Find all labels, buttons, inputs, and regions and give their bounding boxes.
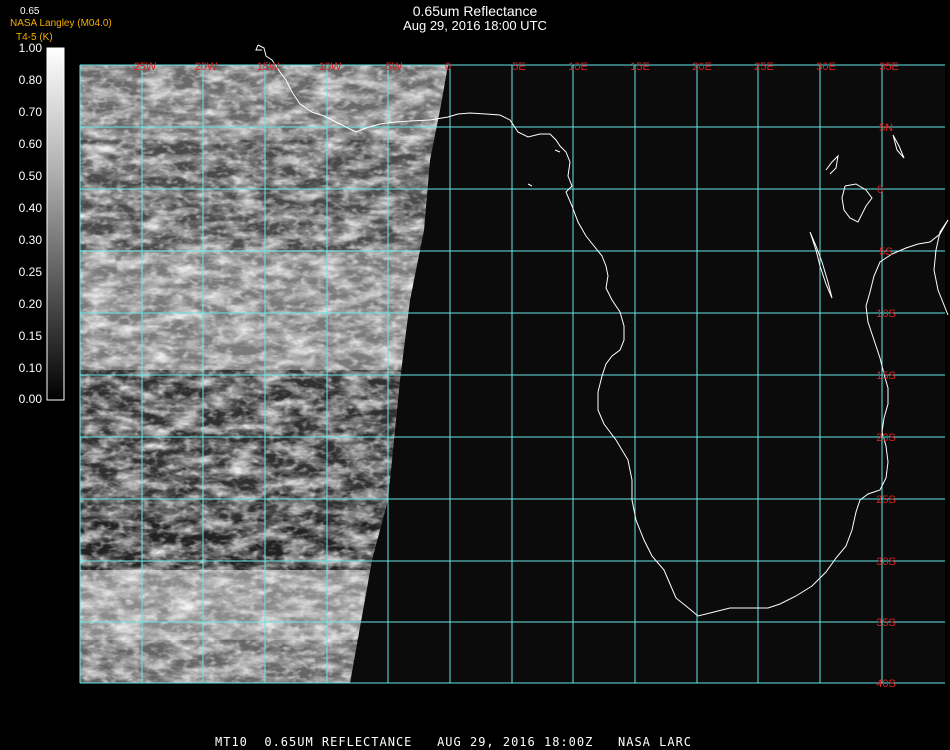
lat-label: 30S bbox=[876, 556, 896, 568]
lat-label: 20S bbox=[876, 432, 896, 444]
lon-label: 15E bbox=[630, 61, 650, 73]
lon-label: 10E bbox=[568, 61, 588, 73]
lon-label: 35E bbox=[879, 61, 899, 73]
lat-label: 25S bbox=[876, 494, 896, 506]
lon-label: 15W bbox=[257, 61, 280, 73]
lat-label: 35S bbox=[876, 617, 896, 629]
lon-label: 30E bbox=[816, 61, 836, 73]
lon-label: 5E bbox=[512, 61, 525, 73]
lat-label: 5N bbox=[879, 122, 893, 134]
lon-label: 20W bbox=[195, 61, 218, 73]
lon-label: 0 bbox=[445, 61, 451, 73]
satellite-map: 25W 20W 15W 10W 5W 0 5E 10E 15E 20E 25E … bbox=[46, 44, 949, 690]
lat-label: 10S bbox=[876, 308, 896, 320]
lat-label: 0 bbox=[877, 184, 883, 196]
lon-label: 10W bbox=[319, 61, 342, 73]
lat-label: 5S bbox=[879, 246, 892, 258]
lat-label: 15S bbox=[876, 370, 896, 382]
lon-label: 20E bbox=[692, 61, 712, 73]
lon-label: 25E bbox=[754, 61, 774, 73]
lat-label: 40S bbox=[876, 678, 896, 690]
footer-caption: MT10 0.65UM REFLECTANCE AUG 29, 2016 18:… bbox=[215, 735, 693, 749]
lon-label: 25W bbox=[134, 61, 157, 73]
lon-label: 5W bbox=[386, 61, 403, 73]
colorbar bbox=[46, 47, 65, 401]
